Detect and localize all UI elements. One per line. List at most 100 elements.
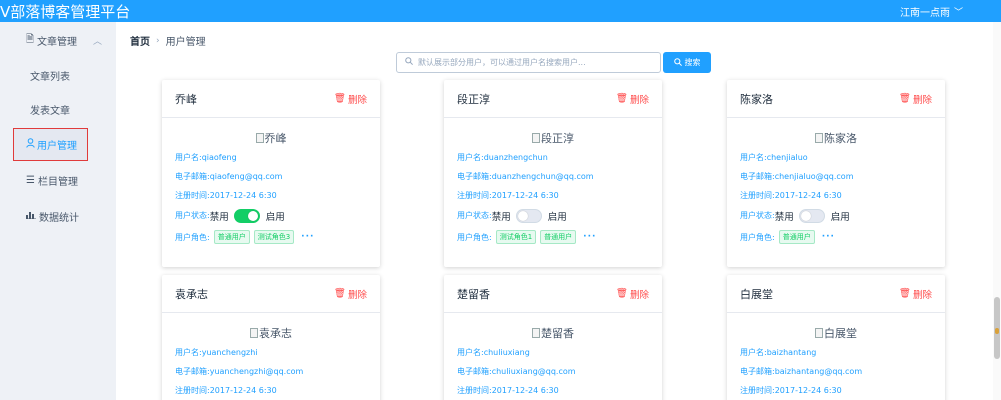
- card-header: 陈家洛 🗑 删除: [727, 80, 945, 118]
- email-label: 电子邮箱:: [175, 172, 210, 181]
- email-label: 电子邮箱:: [457, 172, 492, 181]
- enable-label: 启用: [547, 211, 567, 223]
- card-header: 袁承志 🗑 删除: [162, 275, 380, 313]
- delete-button[interactable]: 🗑 删除: [616, 92, 649, 106]
- sidebar-item-label: 数据统计: [39, 212, 79, 224]
- search-button[interactable]: 搜索: [663, 52, 711, 73]
- username-row: 用户名:baizhantang: [740, 343, 932, 362]
- user-card-name: 乔峰: [175, 92, 197, 106]
- broken-image-icon: [532, 328, 540, 338]
- user-name[interactable]: 江南一点雨: [900, 4, 950, 19]
- sidebar-item-label: 用户管理: [37, 141, 77, 152]
- status-toggle[interactable]: [798, 208, 825, 223]
- breadcrumb-home[interactable]: 首页: [130, 33, 150, 48]
- register-label: 注册时间:: [175, 191, 210, 200]
- email-row: 电子邮箱:duanzhengchun@qq.com: [457, 167, 649, 186]
- user-card-name: 白展堂: [740, 287, 773, 301]
- register-row: 注册时间:2017-12-24 6:30: [740, 381, 932, 400]
- scroll-marker: [995, 328, 999, 334]
- email-label: 电子邮箱:: [740, 172, 775, 181]
- username-label: 用户名:: [457, 348, 484, 357]
- register-value: 2017-12-24 6:30: [491, 191, 559, 200]
- search-placeholder: 默认展示部分用户，可以通过用户名搜索用户...: [418, 58, 586, 67]
- register-label: 注册时间:: [175, 386, 210, 395]
- breadcrumb-current: 用户管理: [165, 37, 206, 48]
- sidebar-item-article-list[interactable]: 文章列表: [0, 58, 116, 92]
- user-card: 乔峰 🗑 删除 乔峰 用户名:qiaofeng 电子邮箱:qiaofeng@qq.…: [162, 80, 380, 267]
- avatar-alt: 楚留香: [541, 327, 574, 340]
- sidebar-group-label: 文章管理: [37, 36, 78, 48]
- email-label: 电子邮箱:: [457, 367, 492, 376]
- chevron-up-icon[interactable]: ︿: [93, 34, 102, 47]
- delete-label: 删除: [629, 94, 649, 106]
- breadcrumb: 首页 › 用户管理: [130, 33, 206, 49]
- avatar-alt: 段正淳: [541, 132, 574, 145]
- chevron-down-icon[interactable]: ﹀: [954, 5, 963, 18]
- register-row: 注册时间:2017-12-24 6:30: [175, 186, 367, 205]
- role-tag: 普通用户: [540, 230, 577, 244]
- status-toggle[interactable]: [233, 208, 260, 223]
- delete-button[interactable]: 🗑 删除: [334, 287, 367, 301]
- disable-label: 禁用: [774, 211, 794, 223]
- page-scrollbar[interactable]: [993, 22, 1001, 400]
- sidebar-item-statistics[interactable]: 数据统计: [0, 198, 116, 234]
- username-label: 用户名:: [740, 153, 767, 162]
- email-row: 电子邮箱:baizhantang@qq.com: [740, 362, 932, 381]
- delete-label: 删除: [347, 289, 367, 301]
- email-label: 电子邮箱:: [740, 367, 775, 376]
- delete-button[interactable]: 🗑 删除: [616, 287, 649, 301]
- username-value: chuliuxiang: [483, 348, 530, 357]
- status-label: 用户状态:: [457, 211, 492, 220]
- user-card: 段正淳 🗑 删除 段正淳 用户名:duanzhengchun 电子邮箱:duanz…: [444, 80, 662, 267]
- search-input[interactable]: 默认展示部分用户，可以通过用户名搜索用户...: [396, 52, 661, 73]
- sidebar-item-categories[interactable]: ☰ 栏目管理: [0, 162, 116, 198]
- card-header: 楚留香 🗑 删除: [444, 275, 662, 313]
- email-label: 电子邮箱:: [175, 367, 210, 376]
- email-value: chuliuxiang@qq.com: [491, 367, 576, 376]
- delete-label: 删除: [629, 289, 649, 301]
- more-roles-button[interactable]: ···: [301, 232, 314, 242]
- register-value: 2017-12-24 6:30: [491, 386, 559, 395]
- status-row: 用户状态: 禁用 启用: [175, 205, 367, 226]
- roles-label: 用户角色:: [740, 232, 775, 242]
- delete-label: 删除: [912, 94, 932, 106]
- register-row: 注册时间:2017-12-24 6:30: [457, 381, 649, 400]
- roles-row: 用户角色: 测试角色1 普通用户 ···: [457, 226, 649, 248]
- delete-button[interactable]: 🗑 删除: [334, 92, 367, 106]
- sidebar-item-user-management[interactable]: 用户管理: [13, 128, 88, 161]
- avatar: 乔峰: [175, 130, 367, 148]
- trash-icon: 🗑: [898, 288, 911, 299]
- avatar: 白展堂: [740, 325, 932, 343]
- user-card: 楚留香 🗑 删除 楚留香 用户名:chuliuxiang 电子邮箱:chuliux…: [444, 275, 662, 400]
- status-row: 用户状态: 禁用 启用: [740, 205, 932, 226]
- user-card: 白展堂 🗑 删除 白展堂 用户名:baizhantang 电子邮箱:baizhan…: [727, 275, 945, 400]
- register-row: 注册时间:2017-12-24 6:30: [175, 381, 367, 400]
- username-row: 用户名:duanzhengchun: [457, 148, 649, 167]
- username-label: 用户名:: [740, 348, 767, 357]
- sidebar-item-publish-article[interactable]: 发表文章: [0, 92, 116, 126]
- avatar-alt: 陈家洛: [824, 132, 857, 145]
- more-roles-button[interactable]: ···: [822, 232, 835, 242]
- delete-button[interactable]: 🗑 删除: [899, 92, 932, 106]
- breadcrumb-separator-icon: ›: [156, 35, 160, 46]
- username-row: 用户名:qiaofeng: [175, 148, 367, 167]
- username-value: yuanchengzhi: [201, 348, 258, 357]
- user-menu[interactable]: 江南一点雨 ﹀: [900, 4, 1001, 19]
- roles-label: 用户角色:: [457, 232, 492, 242]
- enable-label: 启用: [265, 211, 285, 223]
- email-value: baizhantang@qq.com: [774, 367, 863, 376]
- status-label: 用户状态:: [740, 211, 775, 220]
- roles-row: 用户角色: 普通用户 ···: [740, 226, 932, 248]
- avatar-alt: 袁承志: [259, 327, 292, 340]
- trash-icon: 🗑: [898, 93, 911, 104]
- register-label: 注册时间:: [457, 191, 492, 200]
- more-roles-button[interactable]: ···: [583, 232, 596, 242]
- username-label: 用户名:: [175, 348, 202, 357]
- status-toggle[interactable]: [515, 208, 542, 223]
- register-value: 2017-12-24 6:30: [774, 191, 842, 200]
- delete-button[interactable]: 🗑 删除: [899, 287, 932, 301]
- sidebar-group-articles[interactable]: 🗎 文章管理 ︿: [0, 22, 116, 58]
- email-value: chenjialuo@qq.com: [774, 172, 854, 181]
- trash-icon: 🗑: [615, 93, 628, 104]
- roles-row: 用户角色: 普通用户 测试角色3 ···: [175, 226, 367, 248]
